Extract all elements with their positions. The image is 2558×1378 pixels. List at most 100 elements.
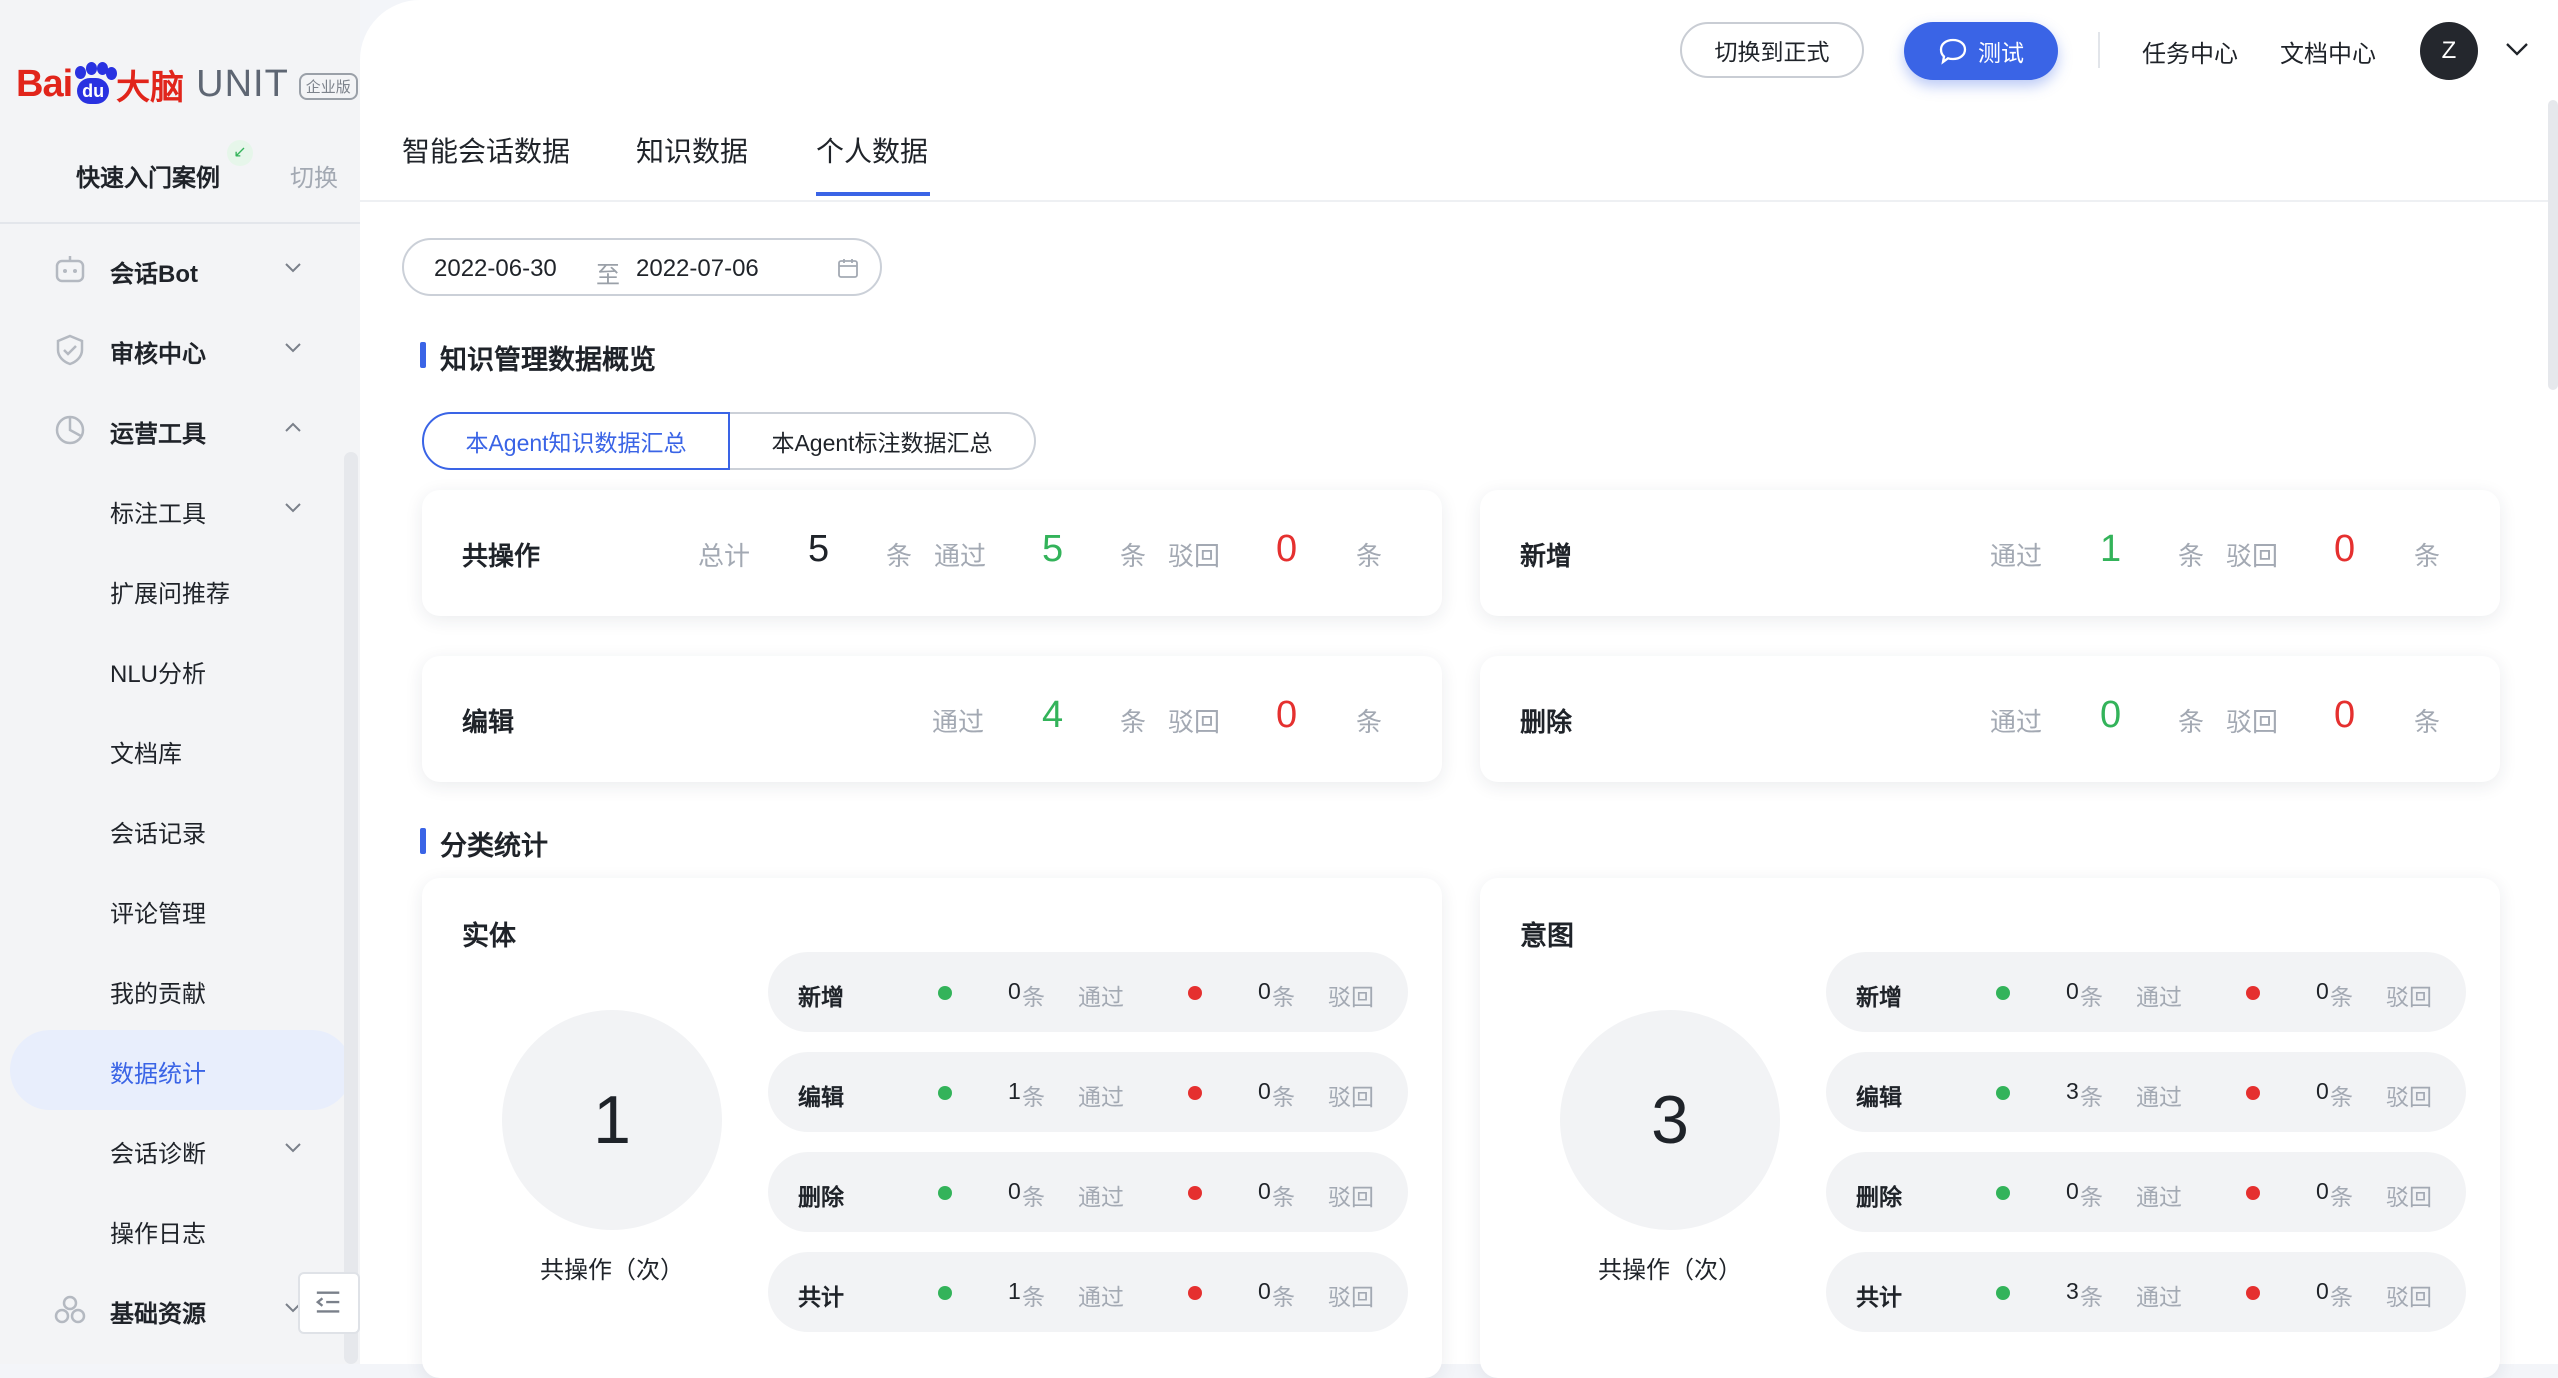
content-scrollbar[interactable]	[2548, 100, 2558, 390]
sidebar-scrollbar[interactable]	[344, 452, 358, 1364]
reject-count: 0	[1258, 1278, 1271, 1304]
menu-item-my-contribution[interactable]: 我的贡献	[0, 950, 360, 1030]
menu-label: 扩展问推荐	[110, 581, 230, 608]
reject-label: 驳回	[2386, 1284, 2432, 1310]
logo-bai: Bai	[16, 62, 73, 105]
avatar[interactable]: Z	[2420, 22, 2478, 80]
reject-dot	[2246, 1286, 2260, 1300]
reject-dot	[1188, 1186, 1202, 1200]
menu-item-bot[interactable]: 会话Bot	[0, 230, 360, 310]
stat-row-add: 新增 0 条 通过 0 条 驳回	[1826, 952, 2466, 1032]
row-label: 新增	[798, 984, 844, 1010]
unit-label: 条	[1120, 541, 1147, 571]
menu-label: 我的贡献	[110, 981, 206, 1008]
reject-label: 驳回	[2386, 1184, 2432, 1210]
pass-label: 通过	[2136, 1084, 2182, 1110]
edition-badge: 企业版	[298, 72, 358, 100]
chevron-down-icon	[285, 503, 301, 513]
row-label: 共计	[1856, 1284, 1902, 1310]
reject-value: 0	[2334, 694, 2356, 736]
section-category-stats-title: 分类统计	[420, 824, 548, 863]
reject-label: 驳回	[1328, 1084, 1374, 1110]
unit-label: 条	[886, 541, 913, 571]
unit-label: 条	[1356, 707, 1383, 737]
unit-label: 条	[2330, 1284, 2353, 1310]
switch-to-formal-button[interactable]: 切换到正式	[1680, 22, 1864, 78]
logo-du: du	[77, 78, 110, 104]
pass-dot	[1996, 1086, 2010, 1100]
tab-knowledge-data[interactable]: 知识数据	[636, 130, 748, 170]
reject-label: 驳回	[1328, 1184, 1374, 1210]
overview-card-delete: 删除 通过 0 条 驳回 0 条	[1480, 656, 2500, 782]
menu-item-operation-log[interactable]: 操作日志	[0, 1190, 360, 1270]
pass-count: 0	[2066, 1178, 2079, 1204]
date-range-picker[interactable]: 2022-06-30 至 2022-07-06	[402, 238, 882, 296]
menu-item-ops-tools[interactable]: 运营工具	[0, 390, 360, 470]
pass-count: 0	[1008, 978, 1021, 1004]
tab-smart-session-data[interactable]: 智能会话数据	[402, 130, 570, 170]
chevron-down-icon[interactable]	[2504, 40, 2530, 58]
pass-dot	[938, 1186, 952, 1200]
overview-card-edit: 编辑 通过 4 条 驳回 0 条	[422, 656, 1442, 782]
baidu-unit-logo[interactable]: Bai du 大脑 UNIT 企业版	[16, 54, 358, 114]
reject-dot	[2246, 1186, 2260, 1200]
count-value: 3	[1651, 1082, 1689, 1158]
reject-label: 驳回	[1328, 984, 1374, 1010]
date-end[interactable]: 2022-07-06	[636, 255, 759, 283]
menu-item-annotation-tool[interactable]: 标注工具	[0, 470, 360, 550]
chat-bubble-icon	[1939, 38, 1967, 65]
menu-label: 会话记录	[110, 821, 206, 848]
menu-item-session-diagnosis[interactable]: 会话诊断	[0, 1110, 360, 1190]
doc-center-link[interactable]: 文档中心	[2280, 34, 2376, 69]
tab-personal-data[interactable]: 个人数据	[816, 130, 928, 170]
chevron-down-icon	[285, 343, 301, 353]
pass-label: 通过	[2136, 1184, 2182, 1210]
menu-label: 标注工具	[110, 501, 206, 528]
menu-item-data-statistics[interactable]: 数据统计	[0, 1030, 360, 1110]
menu-label: 运营工具	[110, 421, 206, 448]
collapse-sidebar-button[interactable]	[298, 1272, 360, 1334]
chevron-down-icon	[285, 1143, 301, 1153]
reject-dot	[2246, 1086, 2260, 1100]
topbar-divider	[2098, 32, 2100, 68]
task-center-link[interactable]: 任务中心	[2142, 34, 2238, 69]
pass-label: 通过	[1078, 984, 1124, 1010]
logo-unit: UNIT	[196, 62, 289, 105]
calendar-icon	[838, 259, 858, 278]
pass-label: 通过	[1990, 707, 2043, 737]
date-start[interactable]: 2022-06-30	[434, 255, 557, 283]
quick-start-case[interactable]: 快速入门案例 切换	[0, 138, 360, 224]
card-title: 新增	[1520, 541, 1573, 571]
pass-count: 0	[2066, 978, 2079, 1004]
menu-label: NLU分析	[110, 661, 207, 688]
chevron-up-icon	[285, 422, 301, 432]
count-label: 共操作（次）	[1598, 1257, 1742, 1284]
quick-start-label: 快速入门案例	[76, 165, 220, 192]
test-button-label: 测试	[1978, 40, 2024, 66]
segment-agent-knowledge-summary[interactable]: 本Agent知识数据汇总	[422, 412, 730, 470]
unit-label: 条	[1272, 1184, 1295, 1210]
reject-label: 驳回	[1168, 541, 1221, 571]
pass-label: 通过	[932, 707, 985, 737]
pass-label: 通过	[1990, 541, 2043, 571]
menu-item-doc-library[interactable]: 文档库	[0, 710, 360, 790]
pass-dot	[938, 1086, 952, 1100]
menu-item-session-records[interactable]: 会话记录	[0, 790, 360, 870]
menu-label: 数据统计	[110, 1061, 206, 1088]
segment-agent-annotation-summary[interactable]: 本Agent标注数据汇总	[730, 412, 1036, 470]
menu-item-nlu-analysis[interactable]: NLU分析	[0, 630, 360, 710]
pass-dot	[1996, 986, 2010, 1000]
stat-row-total: 共计 1 条 通过 0 条 驳回	[768, 1252, 1408, 1332]
unit-label: 条	[1022, 1084, 1045, 1110]
unit-label: 条	[1272, 1284, 1295, 1310]
menu-item-review-center[interactable]: 审核中心	[0, 310, 360, 390]
unit-label: 条	[1022, 1284, 1045, 1310]
quick-start-switch[interactable]: 切换	[290, 158, 338, 193]
menu-item-expand-question[interactable]: 扩展问推荐	[0, 550, 360, 630]
menu-label: 评论管理	[110, 901, 206, 928]
active-tab-indicator	[816, 192, 930, 196]
shrink-arrow-icon: ↙	[227, 140, 253, 166]
card-title: 编辑	[462, 707, 515, 737]
menu-item-comment-management[interactable]: 评论管理	[0, 870, 360, 950]
test-button[interactable]: 测试	[1904, 22, 2058, 80]
